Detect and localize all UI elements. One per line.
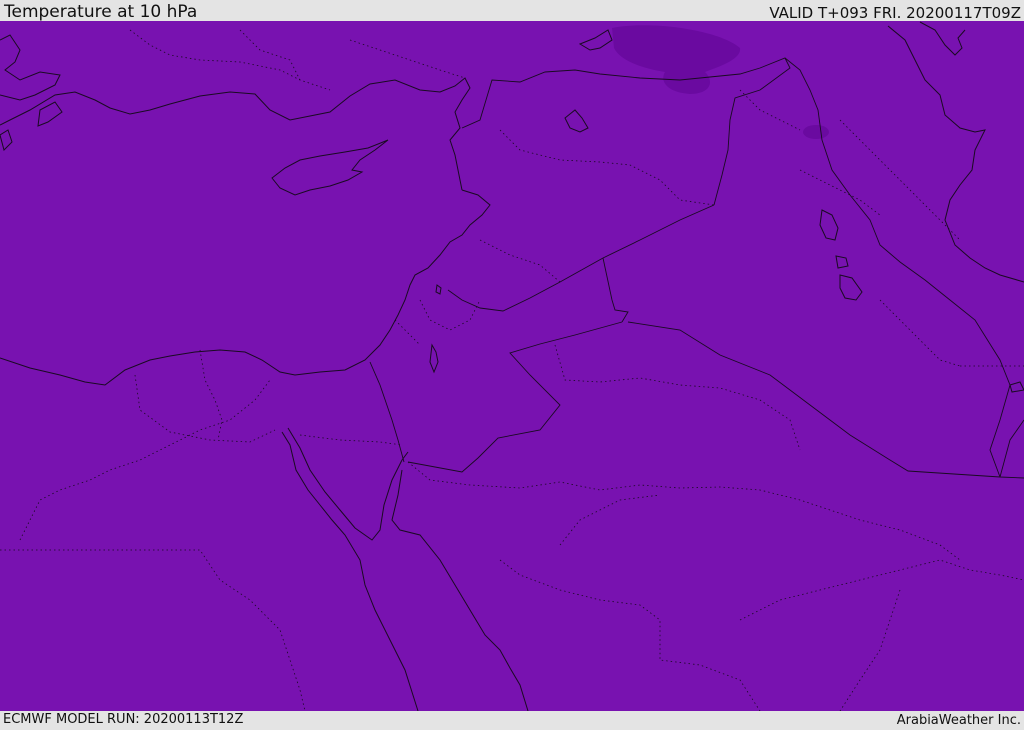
header-bar: Temperature at 10 hPa VALID T+093 FRI. 2… bbox=[0, 0, 1024, 22]
weather-map bbox=[0, 21, 1024, 711]
footer-bar: ECMWF MODEL RUN: 20200113T12Z ArabiaWeat… bbox=[0, 711, 1024, 729]
temperature-field bbox=[0, 21, 1024, 711]
cold-patch-east bbox=[803, 125, 829, 139]
valid-time-label: VALID T+093 FRI. 20200117T09Z bbox=[769, 4, 1021, 22]
model-run-label: ECMWF MODEL RUN: 20200113T12Z bbox=[3, 712, 244, 727]
map-title: Temperature at 10 hPa bbox=[4, 2, 198, 22]
credit-label: ArabiaWeather Inc. bbox=[896, 713, 1021, 728]
